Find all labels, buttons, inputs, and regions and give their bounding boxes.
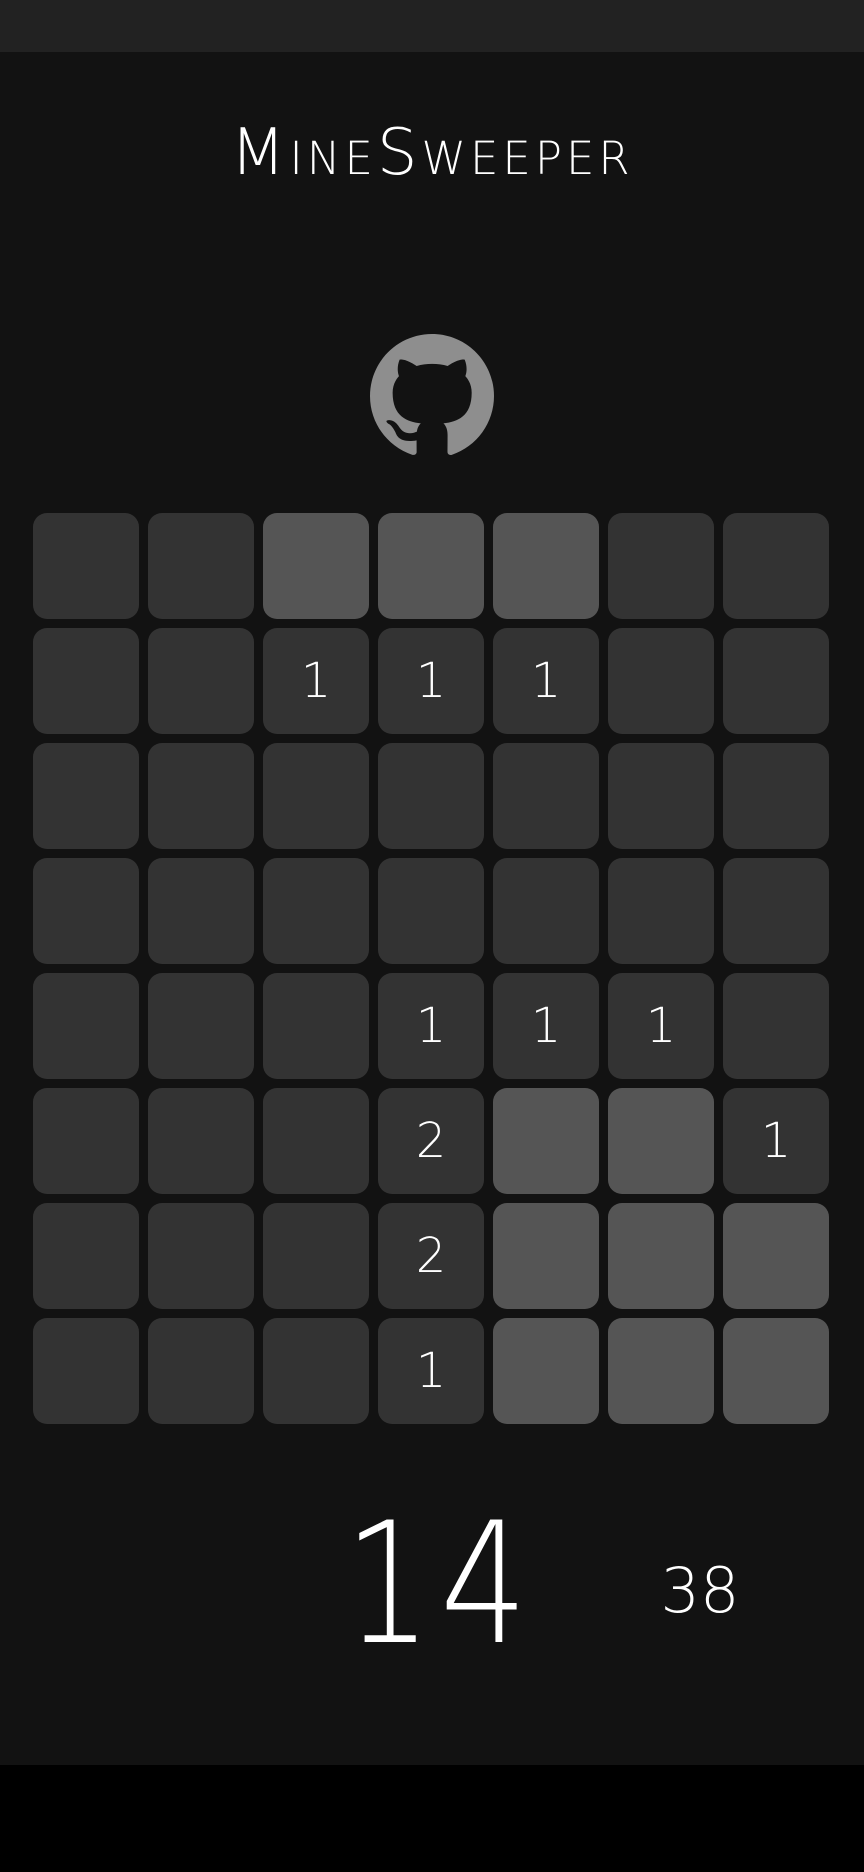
revealed-cell[interactable] [608,858,714,964]
revealed-cell[interactable] [33,1088,139,1194]
revealed-cell[interactable] [148,743,254,849]
revealed-cell[interactable] [148,1318,254,1424]
revealed-cell[interactable]: 2 [378,1203,484,1309]
revealed-cell[interactable] [263,743,369,849]
revealed-cell[interactable]: 1 [378,1318,484,1424]
revealed-cell[interactable] [263,973,369,1079]
revealed-cell[interactable] [608,743,714,849]
unrevealed-cell[interactable] [723,1203,829,1309]
github-octocat-icon [370,334,494,455]
revealed-cell[interactable] [263,1318,369,1424]
revealed-cell[interactable] [723,743,829,849]
revealed-cell[interactable] [263,1203,369,1309]
status-bar [0,0,864,52]
unrevealed-cell[interactable] [723,1318,829,1424]
unrevealed-cell[interactable] [608,1088,714,1194]
revealed-cell[interactable]: 2 [378,1088,484,1194]
revealed-cell[interactable] [33,513,139,619]
unrevealed-cell[interactable] [378,513,484,619]
revealed-cell[interactable] [148,858,254,964]
revealed-cell[interactable] [33,743,139,849]
app-title: MineSweeper [230,116,634,190]
revealed-cell[interactable] [723,628,829,734]
unrevealed-cell[interactable] [493,1088,599,1194]
unrevealed-cell[interactable] [493,1318,599,1424]
revealed-cell[interactable] [33,1203,139,1309]
unrevealed-cell[interactable] [608,1203,714,1309]
revealed-cell[interactable]: 1 [378,973,484,1079]
revealed-cell[interactable] [378,743,484,849]
revealed-cell[interactable] [33,858,139,964]
revealed-cell[interactable]: 1 [378,628,484,734]
mine-counter: 14 [344,1486,536,1682]
github-icon[interactable] [370,334,494,458]
revealed-cell[interactable] [148,973,254,1079]
revealed-cell[interactable] [608,513,714,619]
unrevealed-cell[interactable] [493,513,599,619]
unrevealed-cell[interactable] [493,1203,599,1309]
revealed-cell[interactable] [148,513,254,619]
revealed-cell[interactable] [263,858,369,964]
revealed-cell[interactable]: 1 [493,973,599,1079]
revealed-cell[interactable] [723,513,829,619]
revealed-cell[interactable] [148,628,254,734]
timer-counter: 38 [660,1554,740,1627]
unrevealed-cell[interactable] [263,513,369,619]
revealed-cell[interactable] [723,858,829,964]
revealed-cell[interactable] [378,858,484,964]
revealed-cell[interactable] [263,1088,369,1194]
revealed-cell[interactable]: 1 [493,628,599,734]
revealed-cell[interactable] [148,1203,254,1309]
revealed-cell[interactable]: 1 [263,628,369,734]
navigation-bar [0,1765,864,1872]
revealed-cell[interactable] [33,973,139,1079]
minefield-board: 1111112121 [33,513,831,1424]
revealed-cell[interactable] [33,1318,139,1424]
revealed-cell[interactable] [608,628,714,734]
revealed-cell[interactable] [493,858,599,964]
revealed-cell[interactable] [493,743,599,849]
revealed-cell[interactable] [723,973,829,1079]
revealed-cell[interactable]: 1 [608,973,714,1079]
revealed-cell[interactable] [148,1088,254,1194]
revealed-cell[interactable]: 1 [723,1088,829,1194]
unrevealed-cell[interactable] [608,1318,714,1424]
revealed-cell[interactable] [33,628,139,734]
